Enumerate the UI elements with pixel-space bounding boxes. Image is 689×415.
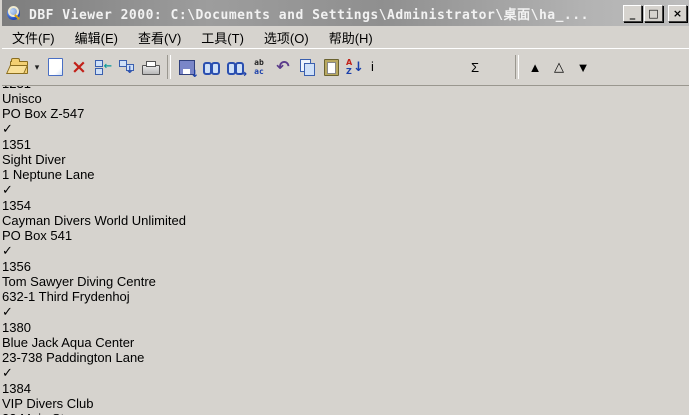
- new-file-button[interactable]: [43, 54, 67, 80]
- info-icon: i: [371, 59, 387, 75]
- menu-item-5[interactable]: 选项(O): [254, 26, 319, 49]
- checkmark-icon: ✓: [2, 304, 13, 319]
- filter-builder-button[interactable]: [415, 54, 439, 80]
- grid-view-button[interactable]: [439, 54, 463, 80]
- format-brush-button[interactable]: [487, 54, 511, 80]
- find-icon: [203, 62, 220, 73]
- print-button[interactable]: [139, 54, 163, 80]
- undo-button[interactable]: ↶: [271, 54, 295, 80]
- open-dropdown-button[interactable]: ▾: [31, 54, 43, 80]
- window-title: DBF Viewer 2000: C:\Documents and Settin…: [29, 4, 619, 23]
- table-row[interactable]: ✓1351Sight Diver1 Neptune Lane: [2, 121, 689, 182]
- checkmark-icon: ✓: [2, 182, 13, 197]
- sum-button[interactable]: Σ: [463, 54, 487, 80]
- menu-bar: 文件(F)编辑(E)查看(V)工具(T)选项(O)帮助(H): [2, 26, 689, 49]
- paste-icon: [324, 59, 339, 76]
- toolbar: ▾ × ← ↓ ↓ → abac ↶ AZ↓ i Σ ▲ △ ▼: [2, 49, 689, 86]
- filter-button[interactable]: [391, 54, 415, 80]
- paste-button[interactable]: [319, 54, 343, 80]
- goto-next-icon: ▼: [577, 60, 590, 75]
- menu-item-1[interactable]: 文件(F): [2, 26, 65, 49]
- find-next-button[interactable]: →: [223, 54, 247, 80]
- checkmark-icon: ✓: [2, 243, 13, 258]
- close-button[interactable]: ×: [668, 5, 687, 22]
- app-window: DBF Viewer 2000: C:\Documents and Settin…: [0, 0, 689, 415]
- chevron-down-icon: ▾: [35, 62, 40, 73]
- table-row[interactable]: ✓1354Cayman Divers World UnlimitedPO Box…: [2, 182, 689, 243]
- menu-item-6[interactable]: 帮助(H): [319, 26, 383, 49]
- goto-top-icon: ▲: [529, 60, 542, 75]
- replace-icon: abac: [254, 58, 264, 76]
- goto-top-button[interactable]: ▲: [523, 54, 547, 80]
- print-icon: [142, 65, 160, 75]
- delete-button[interactable]: ×: [67, 54, 91, 80]
- table-row[interactable]: ✓1384VIP Divers Club32 Main St.: [2, 365, 689, 415]
- checkmark-icon: ✓: [2, 365, 13, 380]
- table-row[interactable]: ✓1380Blue Jack Aqua Center23-738 Padding…: [2, 304, 689, 365]
- sort-az-icon: AZ↓: [346, 58, 364, 76]
- table-body: ✓1231UniscoPO Box Z-547✓1351Sight Diver1…: [2, 60, 689, 415]
- sum-icon: Σ: [471, 60, 479, 75]
- minimize-button[interactable]: _: [623, 5, 642, 22]
- title-bar: DBF Viewer 2000: C:\Documents and Settin…: [2, 0, 689, 26]
- app-icon: [6, 5, 23, 22]
- open-button[interactable]: [7, 54, 31, 80]
- goto-previous-button[interactable]: △: [547, 54, 571, 80]
- info-button[interactable]: i: [367, 54, 391, 80]
- append-records-button[interactable]: ←: [91, 54, 115, 80]
- copy-button[interactable]: [295, 54, 319, 80]
- new-file-icon: [48, 58, 63, 76]
- copy-icon: [300, 59, 315, 75]
- export-button[interactable]: ↓: [175, 54, 199, 80]
- replace-button[interactable]: abac: [247, 54, 271, 80]
- sort-button[interactable]: AZ↓: [343, 54, 367, 80]
- menu-item-3[interactable]: 查看(V): [128, 26, 191, 49]
- menu-item-2[interactable]: 编辑(E): [65, 26, 128, 49]
- maximize-button[interactable]: □: [644, 5, 663, 22]
- find-button[interactable]: [199, 54, 223, 80]
- toolbar-separator: [167, 55, 171, 79]
- table-row[interactable]: ✓1356Tom Sawyer Diving Centre632-1 Third…: [2, 243, 689, 304]
- checkmark-icon: ✓: [2, 121, 13, 136]
- open-folder-icon: [10, 61, 28, 74]
- menu-item-4[interactable]: 工具(T): [191, 26, 254, 49]
- copy-structure-button[interactable]: ↓: [115, 54, 139, 80]
- goto-next-button[interactable]: ▼: [571, 54, 595, 80]
- undo-icon: ↶: [276, 59, 289, 75]
- copy-structure-icon: ↓: [119, 59, 135, 75]
- delete-icon: ×: [71, 58, 87, 77]
- append-records-icon: ←: [95, 59, 111, 75]
- goto-previous-icon: △: [554, 59, 564, 75]
- toolbar-separator: [515, 55, 519, 79]
